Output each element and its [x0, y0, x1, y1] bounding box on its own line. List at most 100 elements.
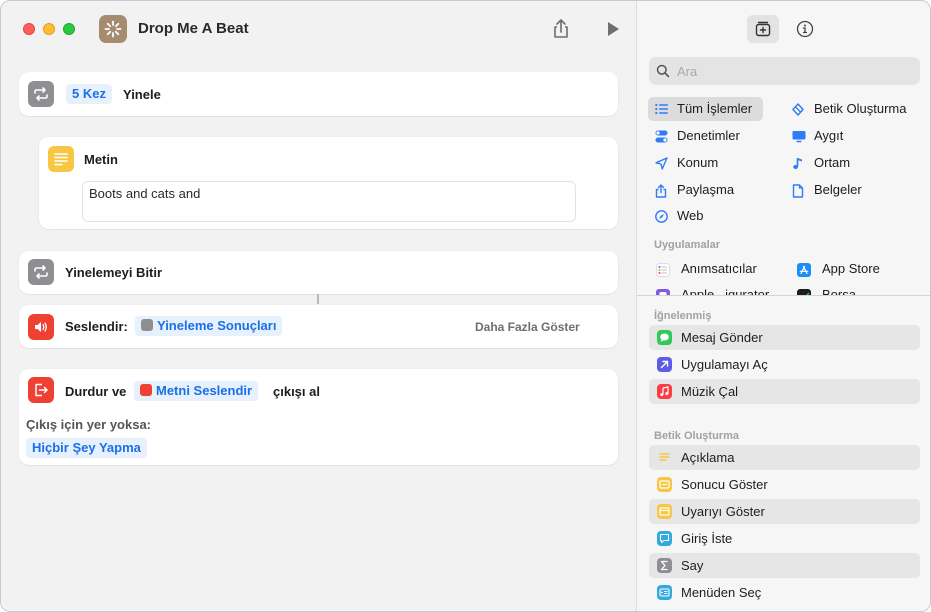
- speaker-icon: [28, 314, 54, 340]
- action-show-alert[interactable]: Uyarıyı Göster: [649, 499, 920, 524]
- app-label: App Store: [822, 261, 880, 276]
- action-ask-input[interactable]: Giriş İste: [649, 526, 920, 551]
- action-library: Tüm İşlemler Betik Oluşturma Denetimler …: [636, 1, 930, 611]
- apps-list: Anımsatıcılar App Store Apple...igurator…: [649, 257, 929, 295]
- add-action-icon: [755, 21, 771, 37]
- category-scripting[interactable]: Betik Oluşturma: [785, 97, 925, 121]
- speaker-icon: [140, 384, 152, 396]
- repeat-icon: [28, 259, 54, 285]
- speak-action[interactable]: Seslendir: Yineleme Sonuçları Daha Fazla…: [19, 305, 618, 348]
- action-library-button[interactable]: [747, 15, 779, 43]
- shortcut-title[interactable]: Drop Me A Beat: [138, 20, 249, 37]
- repeat-results-token[interactable]: Yineleme Sonuçları: [135, 316, 283, 336]
- speak-text-token-label: Metni Seslendir: [156, 383, 253, 398]
- action-label: Uyarıyı Göster: [681, 504, 765, 519]
- zoom-window-button[interactable]: [63, 23, 75, 35]
- speak-label: Seslendir:: [65, 319, 128, 334]
- scripting-icon: [792, 103, 804, 116]
- count-icon: [657, 558, 672, 573]
- open-app-icon: [657, 357, 672, 372]
- display-icon: [792, 131, 806, 143]
- details-button[interactable]: [789, 15, 821, 43]
- action-choose-from-menu[interactable]: Menüden Seç: [649, 580, 920, 605]
- run-button[interactable]: [601, 17, 625, 41]
- pinned-open-app[interactable]: Uygulamayı Aç: [649, 352, 920, 377]
- app-store-icon: [797, 263, 811, 277]
- action-comment[interactable]: Açıklama: [649, 445, 920, 470]
- do-nothing-token[interactable]: Hiçbir Şey Yapma: [26, 438, 147, 458]
- close-window-button[interactable]: [23, 23, 35, 35]
- text-action[interactable]: Metin Boots and cats and: [39, 137, 618, 229]
- category-sharing[interactable]: Paylaşma: [648, 178, 763, 202]
- category-label: Web: [677, 208, 704, 223]
- play-icon: [608, 22, 619, 36]
- show-result-icon: [657, 477, 672, 492]
- app-configurator[interactable]: Apple...igurator: [649, 283, 779, 295]
- end-repeat-action[interactable]: Yinelemeyi Bitir: [19, 251, 618, 294]
- pinned-label: Uygulamayı Aç: [681, 357, 768, 372]
- category-label: Belgeler: [814, 182, 862, 197]
- document-icon: [792, 184, 804, 198]
- repeat-action[interactable]: 5 Kez Yinele: [19, 72, 618, 116]
- repeat-label: Yinele: [123, 87, 161, 102]
- ask-input-icon: [657, 531, 672, 546]
- category-controls[interactable]: Denetimler: [648, 124, 763, 148]
- app-reminders[interactable]: Anımsatıcılar: [649, 257, 779, 281]
- menu-icon: [657, 585, 672, 600]
- text-input-field[interactable]: Boots and cats and: [82, 181, 576, 222]
- app-label: Apple...igurator: [681, 287, 770, 295]
- music-note-icon: [793, 158, 802, 169]
- action-show-result[interactable]: Sonucu Göster: [649, 472, 920, 497]
- category-location[interactable]: Konum: [648, 151, 763, 175]
- category-label: Paylaşma: [677, 182, 735, 197]
- repeat-count-token[interactable]: 5 Kez: [66, 84, 112, 104]
- search-input[interactable]: [677, 62, 907, 80]
- pinned-label: Mesaj Gönder: [681, 330, 763, 345]
- list-icon: [655, 103, 668, 115]
- category-label: Aygıt: [814, 128, 844, 143]
- alert-icon: [657, 504, 672, 519]
- repeat-icon: [28, 81, 54, 107]
- show-more-button[interactable]: Daha Fazla Göster: [475, 320, 580, 334]
- shortcut-editor: Drop Me A Beat 5 Kez Yinele Metin Boots …: [1, 1, 636, 611]
- app-app-store[interactable]: App Store: [790, 257, 920, 281]
- category-web[interactable]: Web: [648, 204, 763, 228]
- minimize-window-button[interactable]: [43, 23, 55, 35]
- compass-icon: [655, 210, 668, 223]
- speak-text-token[interactable]: Metni Seslendir: [134, 381, 259, 401]
- action-count[interactable]: Say: [649, 553, 920, 578]
- repeat-results-token-label: Yineleme Sonuçları: [157, 318, 277, 333]
- share-icon: [554, 19, 568, 38]
- comment-icon: [657, 450, 672, 465]
- category-media[interactable]: Ortam: [785, 151, 925, 175]
- category-device[interactable]: Aygıt: [785, 124, 925, 148]
- action-label: Sonucu Göster: [681, 477, 768, 492]
- toggle-icon: [655, 130, 668, 143]
- pinned-send-message[interactable]: Mesaj Gönder: [649, 325, 920, 350]
- category-documents[interactable]: Belgeler: [785, 178, 925, 202]
- category-label: Denetimler: [677, 128, 740, 143]
- share-icon: [655, 184, 667, 198]
- music-icon: [657, 384, 672, 399]
- end-repeat-label: Yinelemeyi Bitir: [65, 265, 163, 280]
- app-stocks[interactable]: Borsa: [790, 283, 920, 295]
- reminders-icon: [656, 263, 670, 277]
- action-label: Say: [681, 558, 704, 573]
- share-button[interactable]: [549, 17, 573, 41]
- action-label: Giriş İste: [681, 531, 733, 546]
- library-divider: [637, 295, 930, 296]
- action-label: Açıklama: [681, 450, 735, 465]
- app-label: Borsa: [822, 287, 856, 295]
- action-search[interactable]: [649, 57, 920, 85]
- stop-output-action[interactable]: Durdur ve Metni Seslendir çıkışı al Çıkı…: [19, 369, 618, 465]
- pinned-play-music[interactable]: Müzik Çal: [649, 379, 920, 404]
- category-label: Konum: [677, 155, 719, 170]
- shortcut-glyph-icon[interactable]: [99, 15, 127, 43]
- pinned-label: Müzik Çal: [681, 384, 739, 399]
- action-connector: [317, 294, 319, 304]
- exit-icon: [28, 377, 54, 403]
- category-all-actions[interactable]: Tüm İşlemler: [648, 97, 763, 121]
- repeat-icon: [141, 319, 153, 331]
- pinned-section-header: İğnelenmiş: [654, 310, 712, 322]
- no-output-label: Çıkış için yer yoksa:: [26, 417, 152, 432]
